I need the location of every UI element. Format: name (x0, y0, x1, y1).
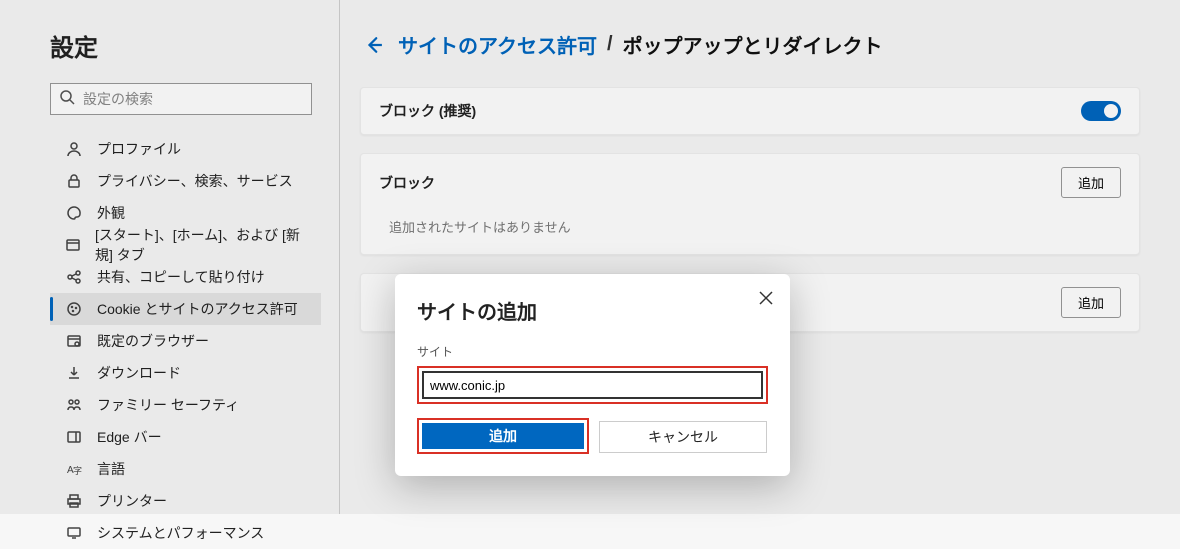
sidebar-item-label: 既定のブラウザー (97, 331, 209, 351)
sidebar-item-printers[interactable]: プリンター (50, 485, 321, 517)
breadcrumb: サイトのアクセス許可 / ポップアップとリダイレクト (360, 30, 1140, 59)
sidebar-item-label: プロファイル (97, 139, 181, 159)
settings-title: 設定 (50, 28, 321, 63)
sidebar-item-label: システムとパフォーマンス (97, 523, 264, 543)
settings-search[interactable] (50, 83, 312, 115)
share-icon (65, 268, 83, 286)
close-icon (759, 291, 773, 305)
sidebar-item-languages[interactable]: A字 言語 (50, 453, 321, 485)
block-add-button[interactable]: 追加 (1061, 167, 1121, 198)
site-url-input[interactable] (422, 371, 763, 399)
search-icon (59, 89, 83, 110)
allow-add-button[interactable]: 追加 (1061, 287, 1121, 318)
sidebar-item-default-browser[interactable]: 既定のブラウザー (50, 325, 321, 357)
breadcrumb-current: ポップアップとリダイレクト (623, 30, 883, 59)
dialog-field-label: サイト (417, 343, 768, 360)
sidebar-item-family[interactable]: ファミリー セーフティ (50, 389, 321, 421)
family-icon (65, 396, 83, 414)
block-recommended-label: ブロック (推奨) (379, 101, 476, 121)
sidebar-item-privacy[interactable]: プライバシー、検索、サービス (50, 165, 321, 197)
breadcrumb-link[interactable]: サイトのアクセス許可 (398, 30, 597, 59)
dialog-title: サイトの追加 (417, 296, 768, 325)
sidebar-icon (65, 428, 83, 446)
sidebar-item-profile[interactable]: プロファイル (50, 133, 321, 165)
sidebar-item-label: Edge バー (97, 427, 162, 447)
back-button[interactable] (360, 31, 388, 59)
window-icon (65, 236, 81, 254)
sidebar-item-label: プリンター (97, 491, 167, 511)
system-icon (65, 524, 83, 542)
cookie-icon (65, 300, 83, 318)
block-recommended-toggle[interactable] (1081, 101, 1121, 121)
sidebar-item-label: Cookie とサイトのアクセス許可 (97, 299, 298, 319)
sidebar-item-share[interactable]: 共有、コピーして貼り付け (50, 261, 321, 293)
settings-sidebar: 設定 プロファイル プライバシー、検索、サービス 外観 [スタート]、[ホー (0, 0, 340, 514)
dialog-button-row: 追加 キャンセル (417, 418, 768, 454)
dialog-input-highlight (417, 366, 768, 404)
dialog-cancel-button[interactable]: キャンセル (599, 421, 767, 453)
block-list-card: ブロック 追加 追加されたサイトはありません (360, 153, 1140, 255)
block-list-label: ブロック (379, 173, 435, 193)
add-site-dialog: サイトの追加 サイト 追加 キャンセル (395, 274, 790, 476)
download-icon (65, 364, 83, 382)
language-icon: A字 (65, 460, 83, 478)
dialog-close-button[interactable] (756, 288, 776, 308)
breadcrumb-separator: / (607, 33, 613, 56)
settings-search-input[interactable] (83, 91, 303, 107)
settings-nav-list: プロファイル プライバシー、検索、サービス 外観 [スタート]、[ホーム]、およ… (50, 133, 321, 549)
dialog-add-button[interactable]: 追加 (422, 423, 584, 449)
sidebar-item-label: 外観 (97, 203, 125, 223)
dialog-add-highlight: 追加 (417, 418, 589, 454)
sidebar-item-system[interactable]: システムとパフォーマンス (50, 517, 321, 549)
block-recommended-card: ブロック (推奨) (360, 87, 1140, 135)
arrow-left-icon (365, 36, 383, 54)
sidebar-item-label: ファミリー セーフティ (97, 395, 239, 415)
lock-icon (65, 172, 83, 190)
browser-icon (65, 332, 83, 350)
sidebar-item-label: 言語 (97, 459, 125, 479)
sidebar-item-cookies[interactable]: Cookie とサイトのアクセス許可 (50, 293, 321, 325)
sidebar-item-downloads[interactable]: ダウンロード (50, 357, 321, 389)
profile-icon (65, 140, 83, 158)
sidebar-item-label: ダウンロード (97, 363, 181, 383)
block-list-empty: 追加されたサイトはありません (361, 211, 1139, 254)
sidebar-item-label: プライバシー、検索、サービス (97, 171, 293, 191)
sidebar-item-label: [スタート]、[ホーム]、および [新規] タブ (95, 225, 311, 265)
printer-icon (65, 492, 83, 510)
palette-icon (65, 204, 83, 222)
sidebar-item-label: 共有、コピーして貼り付け (97, 267, 265, 287)
sidebar-item-edge-bar[interactable]: Edge バー (50, 421, 321, 453)
sidebar-item-start[interactable]: [スタート]、[ホーム]、および [新規] タブ (50, 229, 321, 261)
svg-text:字: 字 (73, 465, 82, 476)
allow-list-label (379, 295, 383, 311)
